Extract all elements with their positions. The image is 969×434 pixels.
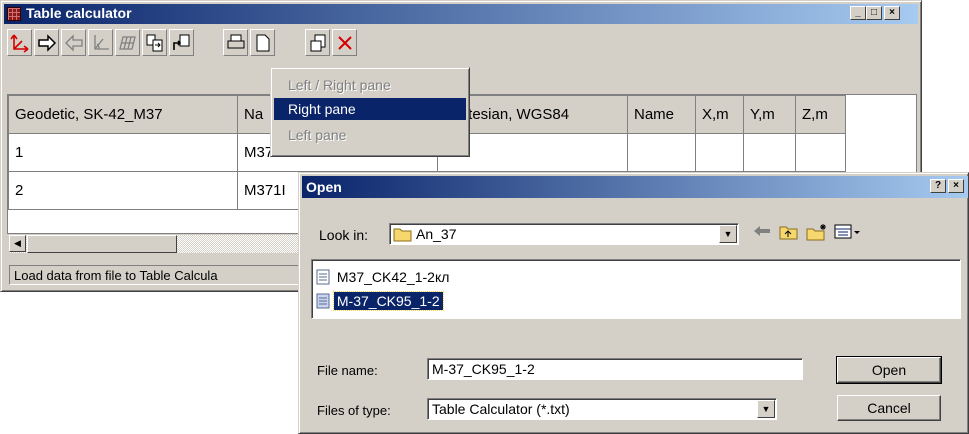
- save-button[interactable]: [305, 29, 330, 56]
- coordinate-transform-button[interactable]: [88, 29, 113, 56]
- file-name: M-37_CK95_1-2: [332, 291, 444, 311]
- file-type-select[interactable]: Table Calculator (*.txt) ▼: [427, 398, 777, 420]
- table-cell[interactable]: 1: [8, 133, 238, 172]
- list-item[interactable]: M-37_CK95_1-2: [316, 290, 444, 312]
- minimize-button[interactable]: _: [850, 6, 866, 20]
- arrow-right-icon: [38, 34, 57, 52]
- folder-icon: [393, 228, 412, 242]
- new-button[interactable]: [250, 29, 275, 56]
- maximize-button[interactable]: □: [866, 6, 882, 20]
- text-file-icon: [316, 293, 330, 309]
- open-button[interactable]: Open: [836, 356, 942, 384]
- list-item[interactable]: M37_CK42_1-2кл: [316, 266, 452, 288]
- close-button[interactable]: ×: [884, 6, 900, 20]
- dialog-title-bar[interactable]: Open ? ×: [302, 176, 968, 198]
- load-file-icon: [173, 34, 190, 50]
- table-calculator-app-icon: [7, 7, 21, 21]
- move-left-button[interactable]: [61, 29, 86, 56]
- grid-transform-icon: [119, 36, 136, 50]
- column-header[interactable]: X,m: [695, 95, 744, 134]
- column-header[interactable]: Y,m: [743, 95, 796, 134]
- column-header[interactable]: Name: [627, 95, 696, 134]
- look-in-value: An_37: [416, 226, 457, 242]
- help-button[interactable]: ?: [930, 179, 946, 193]
- file-type-label: Files of type:: [317, 403, 391, 418]
- chevron-down-icon[interactable]: ▼: [719, 225, 737, 243]
- menu-item-right-pane[interactable]: Right pane: [274, 98, 466, 120]
- save-icon: [310, 34, 326, 52]
- horizontal-scrollbar[interactable]: ◀: [9, 235, 299, 253]
- coordinate-transform-icon: [94, 35, 109, 50]
- window-title-bar[interactable]: Table calculator _ □ ×: [4, 4, 918, 24]
- move-right-button[interactable]: [34, 29, 59, 56]
- column-header[interactable]: Z,m: [795, 95, 846, 134]
- look-in-label: Look in:: [319, 227, 369, 243]
- copy-right-button[interactable]: [142, 29, 167, 56]
- arrow-left-icon: [65, 34, 83, 52]
- axes-icon: [10, 34, 29, 53]
- file-name-field[interactable]: M-37_CK95_1-2: [427, 358, 803, 380]
- open-file-dialog: Open ? × Look in: An_37 ▼ M37_CK42_1-2кл…: [298, 172, 969, 434]
- dialog-close-button[interactable]: ×: [948, 179, 964, 193]
- new-icon: [256, 34, 270, 52]
- new-folder-icon[interactable]: [806, 223, 828, 241]
- look-in-select[interactable]: An_37 ▼: [389, 223, 739, 245]
- back-icon[interactable]: [752, 223, 772, 239]
- status-bar: Load data from file to Table Calcula: [9, 265, 339, 285]
- print-button[interactable]: [223, 29, 248, 56]
- table-cell[interactable]: [795, 133, 846, 172]
- scroll-left-icon[interactable]: ◀: [9, 235, 26, 252]
- menu-item-left-pane[interactable]: Left pane: [274, 124, 466, 146]
- delete-button[interactable]: [332, 29, 357, 56]
- print-icon: [227, 34, 245, 49]
- table-cell[interactable]: [743, 133, 796, 172]
- cancel-button[interactable]: Cancel: [837, 395, 941, 421]
- axes-button[interactable]: [7, 29, 32, 56]
- copy-right-icon: [146, 34, 163, 52]
- file-name: M37_CK42_1-2кл: [336, 269, 450, 285]
- load-file-button[interactable]: [169, 29, 194, 56]
- table-cell[interactable]: [627, 133, 696, 172]
- scroll-thumb[interactable]: [27, 235, 177, 253]
- file-type-value: Table Calculator (*.txt): [432, 401, 570, 417]
- file-list[interactable]: M37_CK42_1-2кл M-37_CK95_1-2: [311, 259, 961, 319]
- chevron-down-icon[interactable]: ▼: [757, 400, 775, 418]
- delete-icon: [338, 36, 352, 50]
- view-menu-icon[interactable]: [834, 223, 864, 241]
- toolbar: [7, 29, 507, 59]
- table-cell[interactable]: [695, 133, 744, 172]
- up-folder-icon[interactable]: [779, 223, 799, 241]
- file-name-label: File name:: [317, 363, 378, 378]
- grid-transform-button[interactable]: [115, 29, 140, 56]
- dialog-title: Open: [306, 179, 342, 195]
- menu-item-left-right-pane[interactable]: Left / Right pane: [274, 74, 466, 96]
- pane-dropdown-menu: Left / Right pane Right pane Left pane: [270, 67, 470, 157]
- text-file-icon: [316, 269, 330, 285]
- table-cell[interactable]: 2: [8, 171, 238, 210]
- column-header[interactable]: Geodetic, SK-42_M37: [8, 95, 238, 134]
- window-title: Table calculator: [26, 5, 132, 21]
